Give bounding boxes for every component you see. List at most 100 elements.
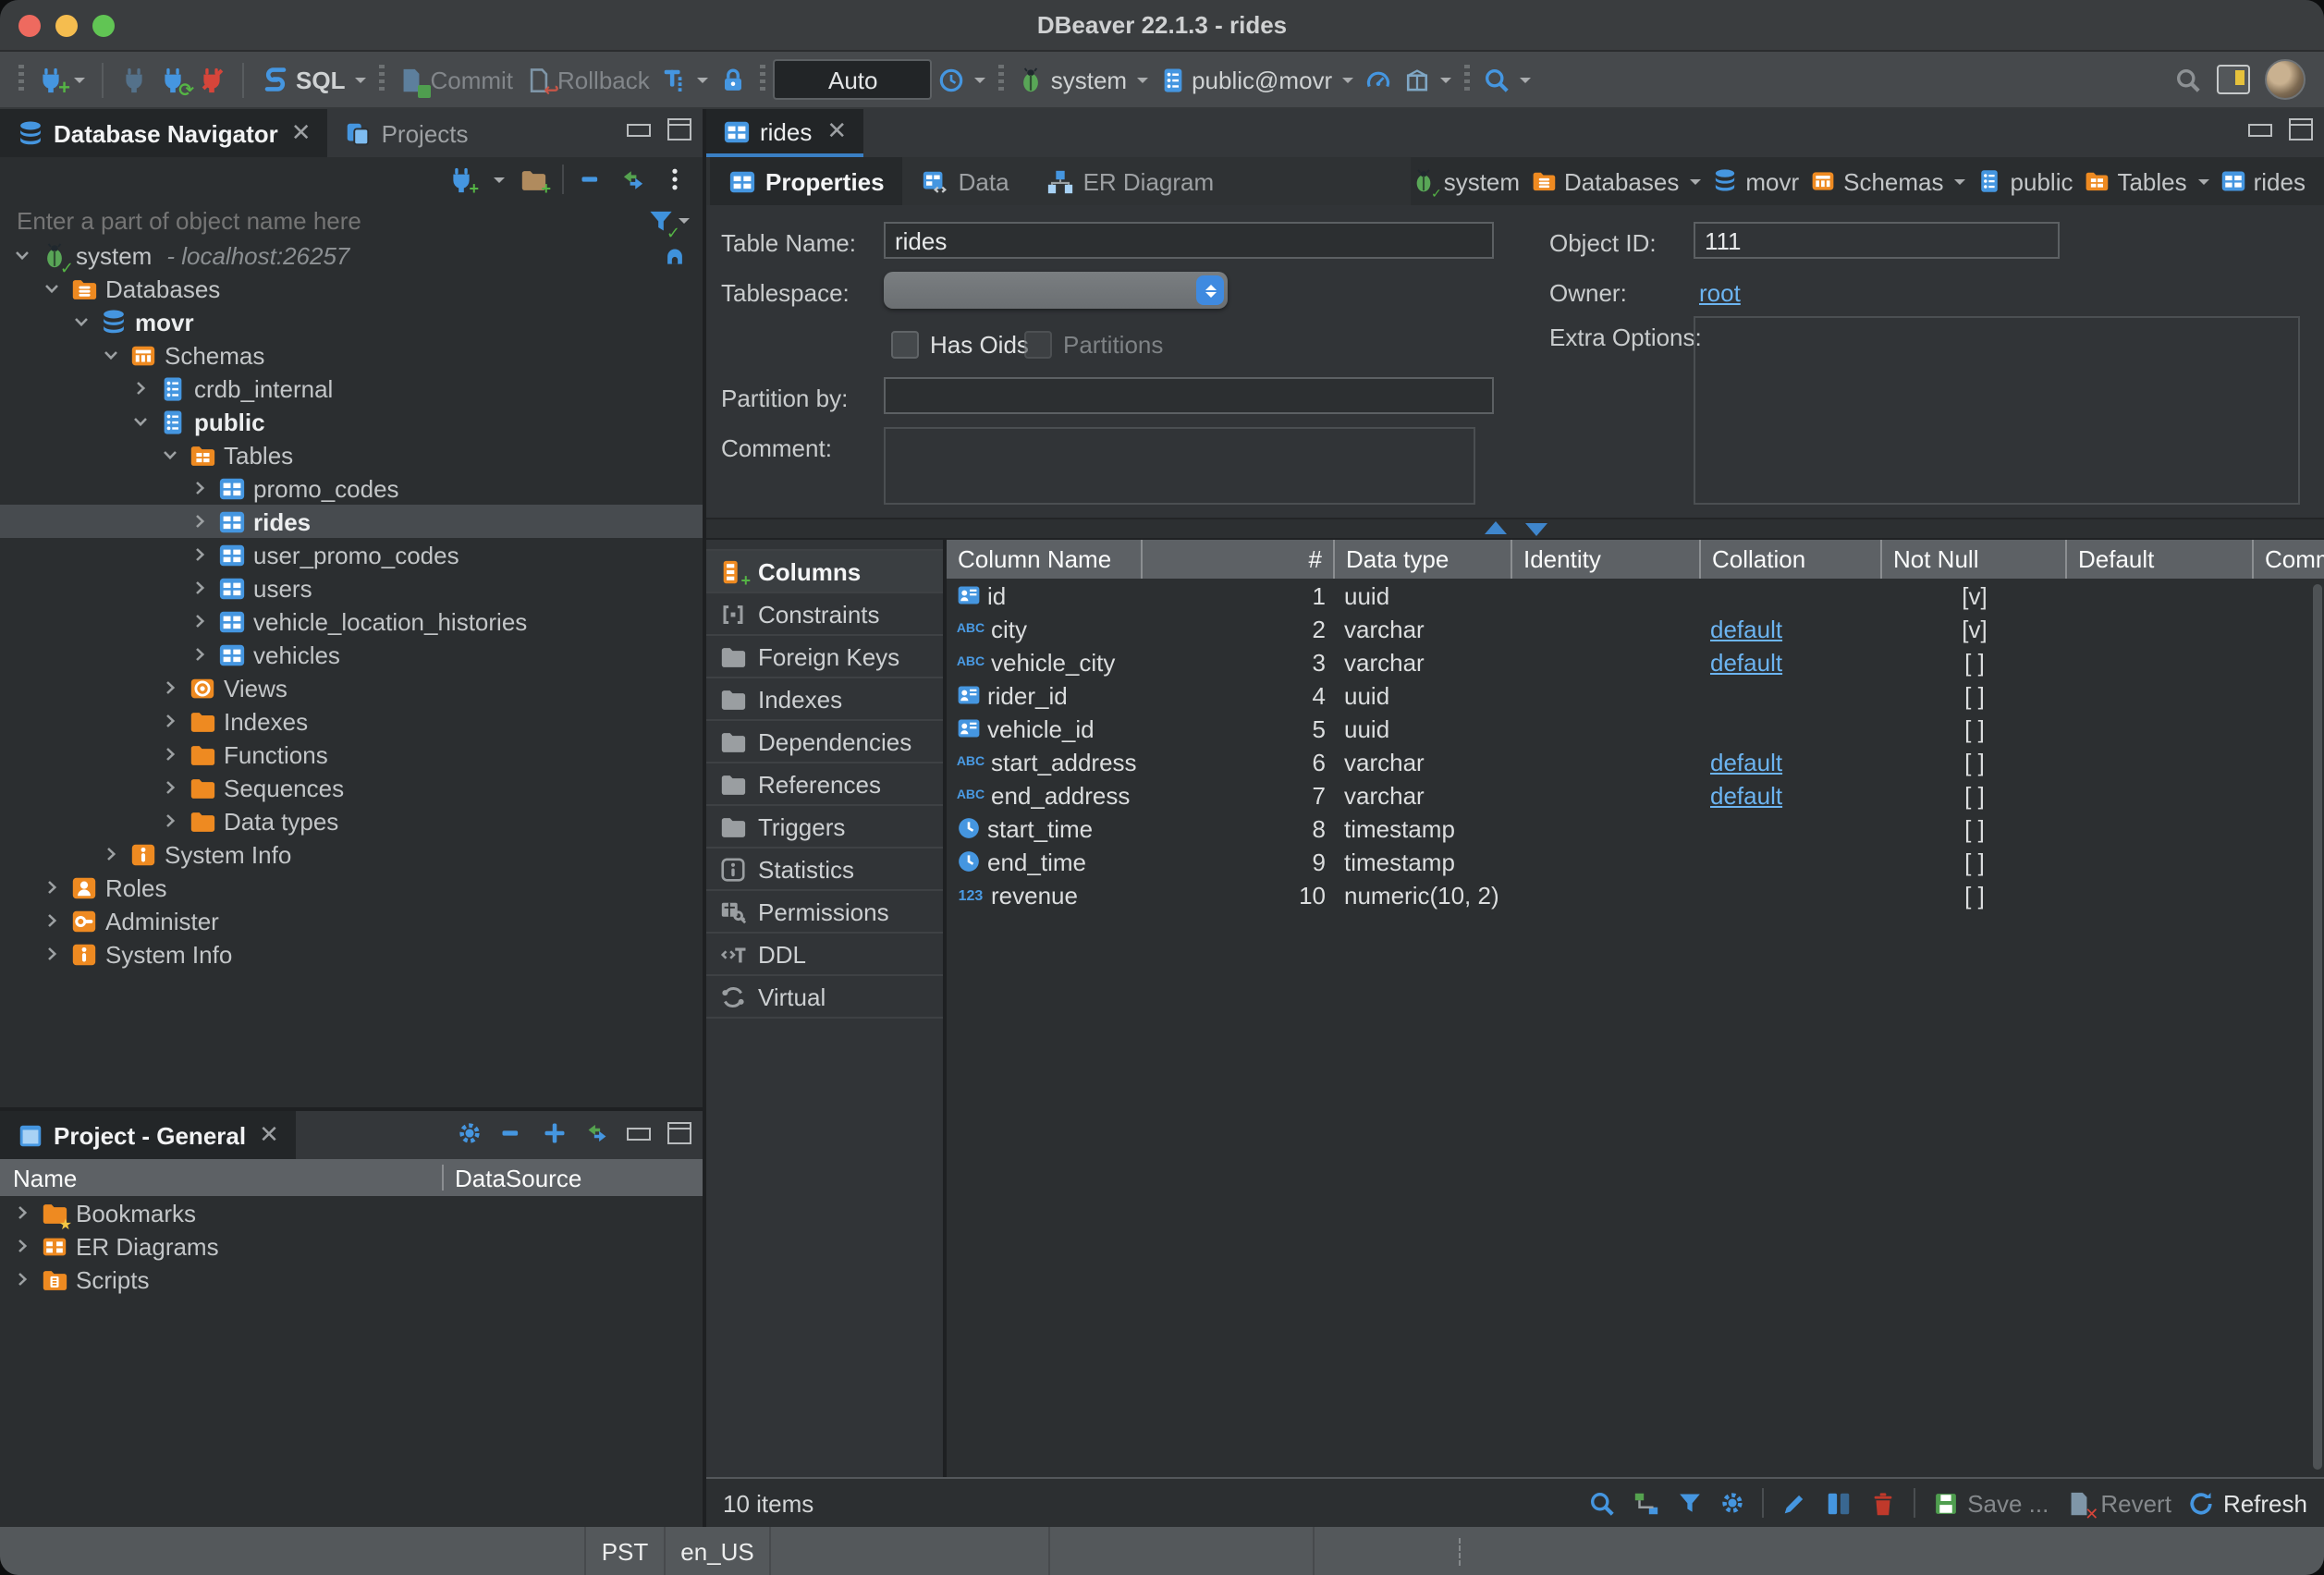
collation-link[interactable]: default bbox=[1710, 648, 1782, 676]
column-header-name[interactable]: Name bbox=[0, 1165, 444, 1190]
collapse-all-icon[interactable] bbox=[499, 1120, 525, 1146]
close-icon[interactable]: ✕ bbox=[291, 118, 312, 148]
tasks-button[interactable] bbox=[1402, 66, 1450, 93]
rollback-button[interactable]: ↩ Rollback bbox=[524, 66, 650, 93]
filter-funnel-icon[interactable]: ✓ bbox=[647, 206, 675, 234]
maximize-panel-icon[interactable] bbox=[667, 118, 691, 140]
commit-mode-select[interactable]: Auto bbox=[774, 59, 933, 100]
side-tab-foreign-keys[interactable]: Foreign Keys bbox=[706, 636, 943, 678]
side-tab-dependencies[interactable]: Dependencies bbox=[706, 721, 943, 763]
side-tab-ddl[interactable]: DDL bbox=[706, 934, 943, 976]
tree-item-views[interactable]: Views bbox=[0, 671, 703, 704]
minimize-panel-icon[interactable] bbox=[627, 1127, 651, 1140]
header-identity[interactable]: Identity bbox=[1512, 540, 1701, 579]
quick-access-search-icon[interactable] bbox=[2174, 66, 2202, 93]
column-row-start-time[interactable]: start_time 8 timestamp [ ] bbox=[947, 812, 2324, 845]
chevron-right-icon[interactable] bbox=[189, 477, 211, 499]
new-folder-icon[interactable]: + bbox=[520, 165, 547, 193]
table-name-input[interactable] bbox=[884, 222, 1494, 259]
column-row-vehicle-city[interactable]: ABCvehicle_city 3 varchar default [ ] bbox=[947, 645, 2324, 678]
tree-item-indexes[interactable]: Indexes bbox=[0, 704, 703, 738]
new-connection-icon[interactable]: + bbox=[447, 165, 475, 193]
maximize-editor-icon[interactable] bbox=[2289, 118, 2313, 140]
collapse-all-icon[interactable] bbox=[579, 166, 605, 192]
tab-er-diagram[interactable]: ER Diagram bbox=[1028, 157, 1233, 205]
column-row-rider-id[interactable]: rider_id 4 uuid [ ] bbox=[947, 678, 2324, 712]
collation-link[interactable]: default bbox=[1710, 781, 1782, 809]
view-menu-icon[interactable] bbox=[662, 166, 688, 192]
tab-projects[interactable]: Projects bbox=[328, 109, 485, 157]
tree-item-er-diagrams[interactable]: ER Diagrams bbox=[0, 1229, 703, 1263]
header-comment[interactable]: Comment bbox=[2254, 540, 2324, 579]
tab-database-navigator[interactable]: Database Navigator ✕ bbox=[0, 109, 328, 157]
commit-button[interactable]: Commit bbox=[397, 66, 513, 93]
chevron-right-icon[interactable] bbox=[129, 377, 152, 399]
tree-item-schemas[interactable]: Schemas bbox=[0, 338, 703, 372]
tablespace-select[interactable] bbox=[884, 272, 1228, 309]
breadcrumb-movr[interactable]: movr bbox=[1712, 167, 1799, 195]
chevron-right-icon[interactable] bbox=[159, 810, 181, 832]
columns-view-icon[interactable] bbox=[1825, 1489, 1853, 1517]
minimize-editor-icon[interactable] bbox=[2248, 123, 2272, 136]
tree-item-user-promo-codes[interactable]: user_promo_codes bbox=[0, 538, 703, 571]
minimize-panel-icon[interactable] bbox=[627, 123, 651, 136]
chevron-down-icon[interactable] bbox=[41, 277, 63, 299]
column-header-datasource[interactable]: DataSource bbox=[444, 1164, 703, 1191]
chevron-right-icon[interactable] bbox=[41, 943, 63, 965]
side-tab-virtual[interactable]: Virtual bbox=[706, 976, 943, 1019]
search-button[interactable] bbox=[1482, 66, 1530, 93]
chevron-right-icon[interactable] bbox=[11, 1235, 33, 1257]
column-row-start-address[interactable]: ABCstart_address 6 varchar default [ ] bbox=[947, 745, 2324, 778]
diagram-icon[interactable] bbox=[1633, 1489, 1660, 1517]
chevron-down-icon[interactable] bbox=[11, 244, 33, 266]
avatar[interactable] bbox=[2265, 59, 2306, 100]
tree-item-crdb-internal[interactable]: crdb_internal bbox=[0, 372, 703, 405]
side-tab-constraints[interactable]: Constraints bbox=[706, 593, 943, 636]
header-column-name[interactable]: Column Name bbox=[947, 540, 1143, 579]
breadcrumb-schemas[interactable]: Schemas bbox=[1810, 167, 1965, 195]
header-default[interactable]: Default bbox=[2067, 540, 2254, 579]
breadcrumb-public[interactable]: public bbox=[1977, 167, 2073, 195]
breadcrumb-system[interactable]: ✓system bbox=[1411, 167, 1520, 195]
tree-item-public[interactable]: public bbox=[0, 405, 703, 438]
transaction-log-button[interactable] bbox=[661, 66, 709, 93]
column-row-city[interactable]: ABCcity 2 varchar default [v] bbox=[947, 612, 2324, 645]
tree-item-tables[interactable]: Tables bbox=[0, 438, 703, 471]
connect-button[interactable] bbox=[120, 66, 148, 93]
object-id-input[interactable] bbox=[1694, 222, 2060, 259]
vertical-scrollbar[interactable] bbox=[2313, 584, 2322, 1470]
disconnect-button[interactable] bbox=[198, 66, 226, 93]
close-icon[interactable]: ✕ bbox=[826, 116, 847, 146]
tree-item-functions[interactable]: Functions bbox=[0, 738, 703, 771]
tab-data[interactable]: Data bbox=[903, 157, 1028, 205]
tree-item-vehicles[interactable]: vehicles bbox=[0, 638, 703, 671]
collation-link[interactable]: default bbox=[1710, 748, 1782, 775]
link-with-editor-icon[interactable] bbox=[584, 1120, 610, 1146]
column-row-vehicle-id[interactable]: vehicle_id 5 uuid [ ] bbox=[947, 712, 2324, 745]
search-icon[interactable] bbox=[1588, 1489, 1616, 1517]
delete-trash-icon[interactable] bbox=[1869, 1489, 1897, 1517]
perspective-icon[interactable] bbox=[2217, 65, 2250, 94]
revert-button[interactable]: ✕ Revert bbox=[2065, 1489, 2171, 1517]
chevron-right-icon[interactable] bbox=[189, 643, 211, 665]
tree-item-bookmarks[interactable]: ★ Bookmarks bbox=[0, 1196, 703, 1229]
chevron-right-icon[interactable] bbox=[11, 1202, 33, 1224]
chevron-right-icon[interactable] bbox=[159, 743, 181, 765]
expand-all-icon[interactable] bbox=[542, 1120, 568, 1146]
tree-item-scripts[interactable]: Scripts bbox=[0, 1263, 703, 1296]
tree-item-vehicle-location-histories[interactable]: vehicle_location_histories bbox=[0, 604, 703, 638]
tree-item-system-info-db[interactable]: System Info bbox=[0, 837, 703, 871]
tree-item-roles[interactable]: Roles bbox=[0, 871, 703, 904]
chevron-down-icon[interactable] bbox=[100, 344, 122, 366]
tree-item-system[interactable]: ✓ system - localhost:26257 bbox=[0, 238, 703, 272]
breadcrumb-databases[interactable]: Databases bbox=[1531, 167, 1701, 195]
partition-by-input[interactable] bbox=[884, 377, 1494, 414]
tree-item-databases[interactable]: Databases bbox=[0, 272, 703, 305]
header-data-type[interactable]: Data type bbox=[1335, 540, 1512, 579]
tab-properties[interactable]: Properties bbox=[710, 157, 903, 205]
chevron-right-icon[interactable] bbox=[189, 610, 211, 632]
chevron-right-icon[interactable] bbox=[11, 1268, 33, 1290]
chevron-right-icon[interactable] bbox=[41, 876, 63, 898]
new-connection-button[interactable]: + bbox=[37, 66, 85, 93]
tree-item-promo-codes[interactable]: promo_codes bbox=[0, 471, 703, 505]
